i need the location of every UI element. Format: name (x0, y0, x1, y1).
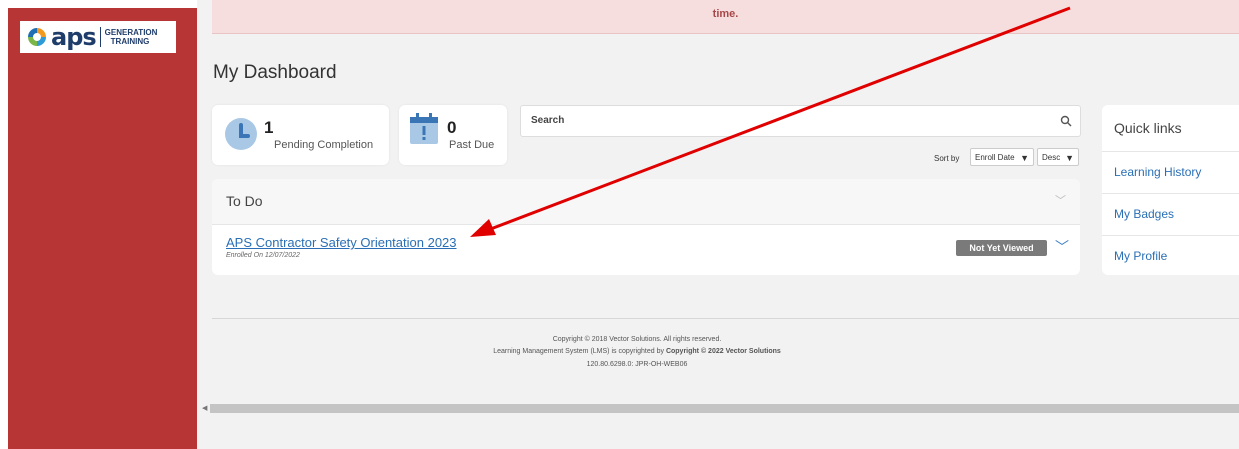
sort-order-select[interactable]: Desc ▼ (1037, 148, 1079, 166)
quick-link-label[interactable]: My Badges (1114, 207, 1174, 221)
past-due-label: Past Due (449, 139, 495, 151)
alert-banner: time. (212, 0, 1239, 34)
todo-panel: To Do ﹀ APS Contractor Safety Orientatio… (212, 179, 1080, 275)
sort-field-value: Enroll Date (975, 153, 1015, 162)
alert-text: time. (712, 8, 739, 20)
horizontal-scrollbar[interactable] (210, 404, 1239, 413)
logo-brand: aps (51, 23, 97, 51)
pending-count: 1 (264, 118, 274, 137)
chevron-down-icon: ▼ (1020, 153, 1029, 163)
logo-subtitle: GENERATION TRAINING (105, 28, 158, 46)
enrolled-date: Enrolled On 12/07/2022 (226, 252, 300, 259)
sort-field-select[interactable]: Enroll Date ▼ (970, 148, 1034, 166)
quick-link-my-profile[interactable]: My Profile (1102, 235, 1239, 277)
chevron-down-icon: ▼ (1065, 153, 1074, 163)
past-due-count: 0 (447, 118, 457, 137)
past-due-card[interactable]: 0 Past Due (399, 105, 507, 165)
quick-link-learning-history[interactable]: Learning History (1102, 151, 1239, 194)
calendar-icon (409, 111, 439, 145)
logo-separator (99, 27, 101, 47)
sort-order-value: Desc (1042, 153, 1061, 162)
quick-links-panel: Quick links Learning History My Badges M… (1102, 105, 1239, 275)
search-input[interactable]: Search (520, 105, 1081, 137)
clock-icon (224, 117, 258, 151)
footer-version: 120.80.6298.0: JPR-OH-WEB06 (586, 361, 688, 368)
search-placeholder: Search (531, 115, 565, 126)
page-title: My Dashboard (213, 62, 337, 83)
logo-line-1: GENERATION (104, 28, 158, 37)
footer-lms-notice: Learning Management System (LMS) is copy… (212, 348, 1062, 355)
chevron-down-icon[interactable]: ﹀ (1055, 192, 1066, 208)
expand-chevron-icon[interactable]: ﹀ (1055, 237, 1069, 257)
status-badge: Not Yet Viewed (956, 240, 1047, 256)
sort-by-label: Sort by (934, 154, 960, 163)
search-icon[interactable] (1060, 114, 1072, 127)
main-content: time. My Dashboard 1 Pending Completion … (197, 0, 1239, 449)
course-link[interactable]: APS Contractor Safety Orientation 2023 (226, 235, 457, 250)
footer-copyright: Copyright © 2018 Vector Solutions. All r… (552, 336, 722, 343)
todo-title: To Do (226, 193, 263, 209)
quick-link-my-badges[interactable]: My Badges (1102, 193, 1239, 236)
aps-logo[interactable]: aps GENERATION TRAINING (20, 21, 176, 53)
pending-label: Pending Completion (274, 139, 374, 151)
quick-links-title: Quick links (1114, 120, 1182, 136)
logo-line-2: TRAINING (110, 37, 150, 46)
scroll-left-arrow-icon[interactable]: ◀ (202, 404, 207, 412)
sidebar: aps GENERATION TRAINING (8, 8, 197, 449)
quick-link-label[interactable]: My Profile (1114, 249, 1167, 263)
footer-lms-text: Learning Management System (LMS) is copy… (493, 348, 664, 355)
todo-header[interactable]: To Do ﹀ (212, 179, 1080, 225)
pending-completion-card[interactable]: 1 Pending Completion (212, 105, 389, 165)
aps-logo-icon (26, 26, 48, 48)
quick-links-header: Quick links (1102, 105, 1239, 152)
footer-lms-copyright: Copyright © 2022 Vector Solutions (665, 348, 781, 355)
quick-link-label[interactable]: Learning History (1114, 165, 1201, 179)
footer-divider (212, 318, 1239, 319)
